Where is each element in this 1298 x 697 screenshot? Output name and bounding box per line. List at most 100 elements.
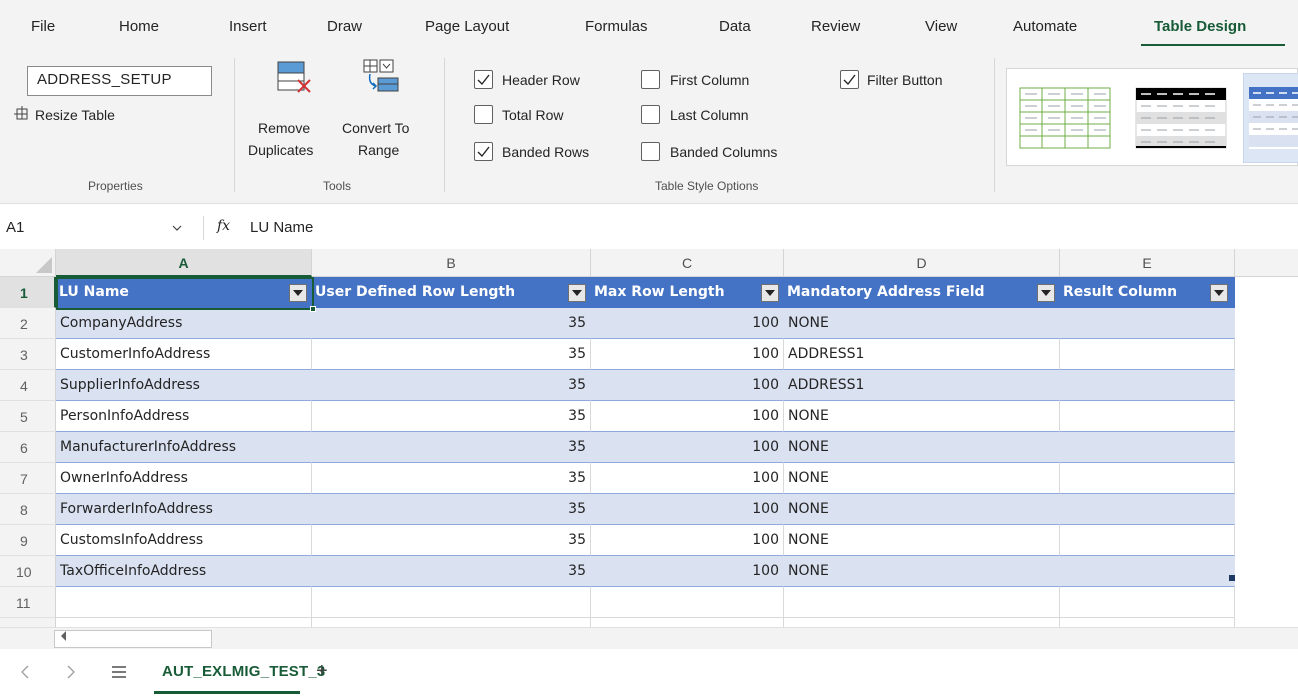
table-cell[interactable] bbox=[1060, 339, 1235, 370]
filter-dropdown-icon[interactable] bbox=[1210, 284, 1228, 302]
next-sheet-icon[interactable] bbox=[66, 665, 76, 684]
row-header[interactable]: 4 bbox=[0, 370, 56, 401]
all-sheets-menu-icon[interactable] bbox=[111, 665, 127, 684]
table-cell[interactable]: 35 bbox=[312, 401, 591, 432]
table-cell[interactable] bbox=[1060, 401, 1235, 432]
column-header-d[interactable]: D bbox=[784, 249, 1060, 277]
fill-handle[interactable] bbox=[310, 306, 316, 312]
empty-cell[interactable] bbox=[56, 618, 312, 627]
table-cell[interactable]: 100 bbox=[591, 494, 784, 525]
total-row-checkbox[interactable]: Total Row bbox=[474, 105, 614, 127]
empty-cell[interactable] bbox=[591, 587, 784, 618]
column-header-a[interactable]: A bbox=[56, 249, 312, 277]
table-cell[interactable]: SupplierInfoAddress bbox=[56, 370, 312, 401]
table-cell[interactable]: 35 bbox=[312, 432, 591, 463]
menu-tab-page-layout[interactable]: Page Layout bbox=[425, 18, 509, 35]
empty-cell[interactable] bbox=[312, 618, 591, 627]
table-cell[interactable]: TaxOfficeInfoAddress bbox=[56, 556, 312, 587]
table-cell[interactable]: ADDRESS1 bbox=[784, 370, 1060, 401]
sheet-tab-active[interactable]: AUT_EXLMIG_TEST_3 bbox=[162, 663, 325, 680]
menu-tab-review[interactable]: Review bbox=[811, 18, 860, 35]
table-name-input[interactable]: ADDRESS_SETUP bbox=[27, 66, 212, 96]
table-cell[interactable]: 100 bbox=[591, 401, 784, 432]
table-cell[interactable]: 100 bbox=[591, 370, 784, 401]
row-header[interactable]: 10 bbox=[0, 556, 56, 587]
filter-dropdown-icon[interactable] bbox=[568, 284, 586, 302]
horizontal-scrollbar[interactable] bbox=[0, 627, 1298, 649]
filter-dropdown-icon[interactable] bbox=[761, 284, 779, 302]
table-cell[interactable]: 35 bbox=[312, 525, 591, 556]
filter-dropdown-icon[interactable] bbox=[1037, 284, 1055, 302]
previous-sheet-icon[interactable] bbox=[20, 665, 30, 684]
table-header-cell[interactable]: Mandatory Address Field bbox=[784, 277, 1060, 308]
banded-rows-checkbox[interactable]: Banded Rows bbox=[474, 142, 624, 164]
table-cell[interactable]: 35 bbox=[312, 463, 591, 494]
column-header-e[interactable]: E bbox=[1060, 249, 1235, 277]
menu-tab-view[interactable]: View bbox=[925, 18, 957, 35]
name-box[interactable]: A1 bbox=[6, 219, 24, 236]
menu-tab-automate[interactable]: Automate bbox=[1013, 18, 1077, 35]
row-header[interactable]: 9 bbox=[0, 525, 56, 556]
table-cell[interactable]: 35 bbox=[312, 339, 591, 370]
empty-cell[interactable] bbox=[1060, 587, 1235, 618]
table-cell[interactable]: 100 bbox=[591, 525, 784, 556]
row-header[interactable]: 6 bbox=[0, 432, 56, 463]
table-cell[interactable]: PersonInfoAddress bbox=[56, 401, 312, 432]
menu-tab-file[interactable]: File bbox=[31, 18, 55, 35]
column-header-f[interactable] bbox=[1235, 249, 1298, 277]
remove-duplicates-button[interactable]: Remove Duplicates bbox=[246, 60, 328, 164]
banded-columns-checkbox[interactable]: Banded Columns bbox=[641, 142, 811, 164]
table-cell[interactable]: 100 bbox=[591, 556, 784, 587]
menu-tab-table-design[interactable]: Table Design bbox=[1154, 18, 1246, 35]
menu-tab-draw[interactable]: Draw bbox=[327, 18, 362, 35]
empty-cell[interactable] bbox=[56, 587, 312, 618]
table-cell[interactable]: NONE bbox=[784, 432, 1060, 463]
row-header[interactable]: 3 bbox=[0, 339, 56, 370]
column-header-b[interactable]: B bbox=[312, 249, 591, 277]
table-cell[interactable] bbox=[1060, 370, 1235, 401]
table-cell[interactable]: 100 bbox=[591, 339, 784, 370]
table-cell[interactable] bbox=[1060, 432, 1235, 463]
table-cell[interactable]: 100 bbox=[591, 432, 784, 463]
table-cell[interactable]: ForwarderInfoAddress bbox=[56, 494, 312, 525]
table-cell[interactable] bbox=[1060, 556, 1235, 587]
table-cell[interactable] bbox=[1060, 463, 1235, 494]
table-header-cell[interactable]: Result Column bbox=[1060, 277, 1235, 308]
scrollbar-thumb[interactable] bbox=[54, 630, 212, 648]
empty-cell[interactable] bbox=[784, 618, 1060, 627]
empty-cell[interactable] bbox=[312, 587, 591, 618]
table-cell[interactable]: NONE bbox=[784, 556, 1060, 587]
table-cell[interactable]: NONE bbox=[784, 525, 1060, 556]
table-cell[interactable]: CustomerInfoAddress bbox=[56, 339, 312, 370]
convert-to-range-button[interactable]: Convert To Range bbox=[340, 58, 430, 164]
menu-tab-data[interactable]: Data bbox=[719, 18, 751, 35]
menu-tab-formulas[interactable]: Formulas bbox=[585, 18, 648, 35]
last-column-checkbox[interactable]: Last Column bbox=[641, 105, 791, 127]
table-cell[interactable]: NONE bbox=[784, 308, 1060, 339]
table-header-cell[interactable]: Max Row Length bbox=[591, 277, 784, 308]
table-cell[interactable] bbox=[1060, 494, 1235, 525]
table-cell[interactable]: 35 bbox=[312, 370, 591, 401]
row-header[interactable]: 2 bbox=[0, 308, 56, 339]
column-header-c[interactable]: C bbox=[591, 249, 784, 277]
row-header[interactable]: 8 bbox=[0, 494, 56, 525]
table-cell[interactable]: CompanyAddress bbox=[56, 308, 312, 339]
name-box-dropdown-icon[interactable] bbox=[172, 220, 182, 236]
table-cell[interactable]: 35 bbox=[312, 556, 591, 587]
row-header[interactable]: 12 bbox=[0, 618, 56, 627]
table-cell[interactable]: 100 bbox=[591, 308, 784, 339]
table-cell[interactable] bbox=[1060, 525, 1235, 556]
row-header[interactable]: 5 bbox=[0, 401, 56, 432]
table-cell[interactable]: CustomsInfoAddress bbox=[56, 525, 312, 556]
table-cell[interactable] bbox=[1060, 308, 1235, 339]
insert-function-icon[interactable]: fx bbox=[217, 218, 230, 234]
row-header[interactable]: 7 bbox=[0, 463, 56, 494]
table-cell[interactable]: OwnerInfoAddress bbox=[56, 463, 312, 494]
table-cell[interactable]: 100 bbox=[591, 463, 784, 494]
table-resize-handle[interactable] bbox=[1229, 575, 1235, 581]
row-header[interactable]: 1 bbox=[0, 277, 56, 308]
row-header[interactable]: 11 bbox=[0, 587, 56, 618]
add-sheet-button[interactable]: + bbox=[316, 660, 328, 683]
table-cell[interactable]: NONE bbox=[784, 494, 1060, 525]
empty-cell[interactable] bbox=[784, 587, 1060, 618]
